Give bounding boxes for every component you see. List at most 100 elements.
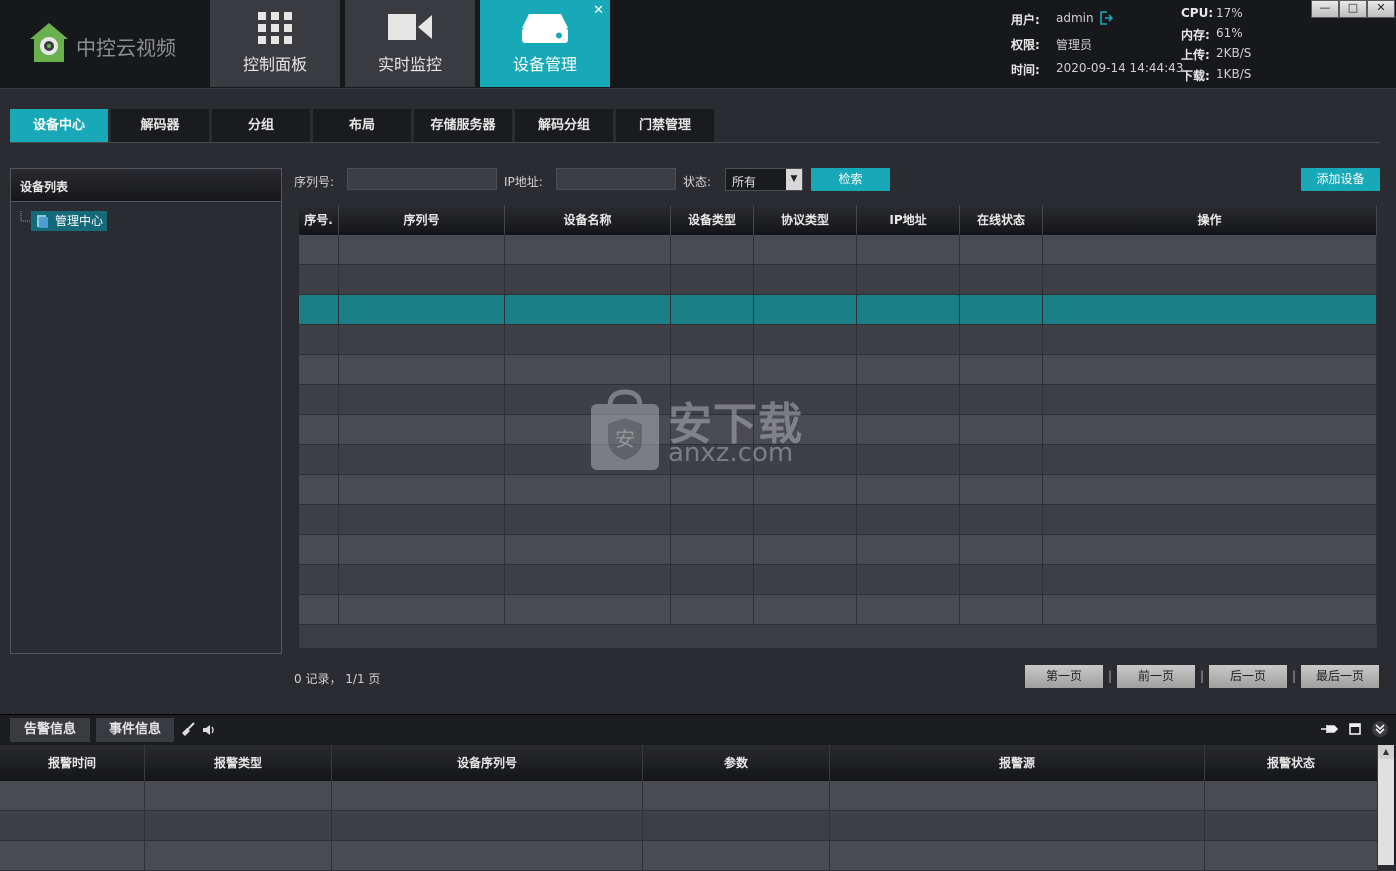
cpu-label: CPU: xyxy=(1181,6,1214,20)
logout-icon[interactable] xyxy=(1099,11,1113,25)
last-page-button[interactable]: 最后一页 xyxy=(1301,665,1379,688)
device-table: 序号. 序列号 设备名称 设备类型 协议类型 IP地址 在线状态 操作 xyxy=(298,204,1378,649)
table-cell xyxy=(857,295,960,324)
subtab-group[interactable]: 分组 xyxy=(212,109,310,142)
close-tab-icon[interactable]: ✕ xyxy=(593,3,604,18)
table-cell xyxy=(1043,595,1377,624)
header-col-serial[interactable]: 序列号 xyxy=(339,205,505,235)
header-col-online-status[interactable]: 在线状态 xyxy=(960,205,1043,235)
header-col-params[interactable]: 参数 xyxy=(643,745,830,781)
subtab-decoder[interactable]: 解码器 xyxy=(111,109,209,142)
close-window-button[interactable]: ✕ xyxy=(1367,0,1395,18)
serial-input[interactable] xyxy=(347,168,497,190)
table-cell xyxy=(671,535,754,564)
status-selected-value: 所有 xyxy=(732,175,757,189)
search-button[interactable]: 检索 xyxy=(811,168,890,191)
tab-device-management[interactable]: 设备管理 ✕ xyxy=(480,0,610,87)
table-row[interactable] xyxy=(0,811,1378,841)
subtab-decoder-group[interactable]: 解码分组 xyxy=(515,109,613,142)
table-cell xyxy=(857,595,960,624)
tab-label: 设备管理 xyxy=(512,55,577,74)
table-cell xyxy=(505,535,671,564)
table-row[interactable] xyxy=(299,235,1377,265)
subtab-storage-server[interactable]: 存储服务器 xyxy=(414,109,512,142)
table-cell xyxy=(1043,385,1377,414)
next-page-button[interactable]: 后一页 xyxy=(1209,665,1287,688)
minimize-button[interactable]: — xyxy=(1311,0,1339,18)
subtab-device-center[interactable]: 设备中心 xyxy=(10,109,108,142)
tree-node-label: 管理中心 xyxy=(55,214,104,228)
watermark-badge: 安 xyxy=(615,427,635,451)
table-row[interactable] xyxy=(299,265,1377,295)
header-col-actions[interactable]: 操作 xyxy=(1043,205,1377,235)
record-count: 0 记录， 1/1 页 xyxy=(294,672,381,686)
device-list-header: 设备列表 xyxy=(11,169,281,202)
maximize-button[interactable]: □ xyxy=(1339,0,1367,18)
subtab-access-control[interactable]: 门禁管理 xyxy=(616,109,714,142)
table-cell xyxy=(960,565,1043,594)
tab-realtime-monitor[interactable]: 实时监控 xyxy=(345,0,475,87)
scrollbar[interactable]: ▲ xyxy=(1378,745,1394,865)
table-cell xyxy=(299,565,339,594)
table-cell xyxy=(339,295,505,324)
table-cell xyxy=(960,475,1043,504)
pin-icon[interactable] xyxy=(1320,721,1338,737)
table-row[interactable] xyxy=(299,565,1377,595)
prev-page-button[interactable]: 前一页 xyxy=(1117,665,1195,688)
header-col-alarm-type[interactable]: 报警类型 xyxy=(145,745,332,781)
table-row[interactable] xyxy=(299,445,1377,475)
table-cell xyxy=(299,415,339,444)
separator: | xyxy=(1200,669,1205,683)
header-col-ip[interactable]: IP地址 xyxy=(857,205,960,235)
tab-control-panel[interactable]: 控制面板 xyxy=(210,0,340,87)
table-cell xyxy=(339,385,505,414)
header-col-alarm-source[interactable]: 报警源 xyxy=(830,745,1205,781)
table-row[interactable] xyxy=(299,295,1377,325)
header-col-index[interactable]: 序号. xyxy=(299,205,339,235)
table-row[interactable] xyxy=(0,841,1378,871)
time-value: 2020-09-14 14:44:43 xyxy=(1056,61,1184,75)
header-col-protocol[interactable]: 协议类型 xyxy=(754,205,857,235)
table-cell xyxy=(960,385,1043,414)
header-col-alarm-time[interactable]: 报警时间 xyxy=(0,745,145,781)
scroll-up-arrow[interactable]: ▲ xyxy=(1378,745,1394,759)
table-row[interactable] xyxy=(0,781,1378,811)
table-row[interactable] xyxy=(299,535,1377,565)
table-row[interactable] xyxy=(299,325,1377,355)
tab-event-info[interactable]: 事件信息 xyxy=(96,718,174,742)
table-row[interactable] xyxy=(299,595,1377,625)
status-label: 状态: xyxy=(683,175,712,189)
device-list-title: 设备列表 xyxy=(20,180,69,194)
table-row[interactable] xyxy=(299,355,1377,385)
header-col-alarm-status[interactable]: 报警状态 xyxy=(1205,745,1378,781)
collapse-icon[interactable] xyxy=(1371,720,1389,738)
table-cell xyxy=(332,841,643,870)
table-row[interactable] xyxy=(299,475,1377,505)
table-cell xyxy=(339,415,505,444)
table-cell xyxy=(0,841,145,870)
header-col-device-type[interactable]: 设备类型 xyxy=(671,205,754,235)
table-cell xyxy=(1043,355,1377,384)
tree-node-management-center[interactable]: 管理中心 xyxy=(31,211,108,231)
restore-icon[interactable] xyxy=(1347,721,1363,737)
table-cell xyxy=(505,475,671,504)
add-device-button[interactable]: 添加设备 xyxy=(1301,168,1380,191)
table-row[interactable] xyxy=(299,415,1377,445)
table-row[interactable] xyxy=(299,385,1377,415)
header-col-device-name[interactable]: 设备名称 xyxy=(505,205,671,235)
watermark-url: anxz.com xyxy=(668,438,794,468)
chevron-down-icon: ▼ xyxy=(786,169,802,190)
table-cell xyxy=(671,355,754,384)
table-cell xyxy=(960,265,1043,294)
table-row[interactable] xyxy=(299,505,1377,535)
tab-alarm-info[interactable]: 告警信息 xyxy=(10,718,90,742)
subtab-layout[interactable]: 布局 xyxy=(313,109,411,142)
speaker-icon[interactable] xyxy=(201,722,217,738)
header-col-device-serial[interactable]: 设备序列号 xyxy=(332,745,643,781)
table-cell xyxy=(754,235,857,264)
ip-input[interactable] xyxy=(556,168,676,190)
status-select[interactable]: 所有 ▼ xyxy=(725,168,803,191)
broom-icon[interactable] xyxy=(180,722,196,738)
table-cell xyxy=(0,781,145,810)
first-page-button[interactable]: 第一页 xyxy=(1025,665,1103,688)
